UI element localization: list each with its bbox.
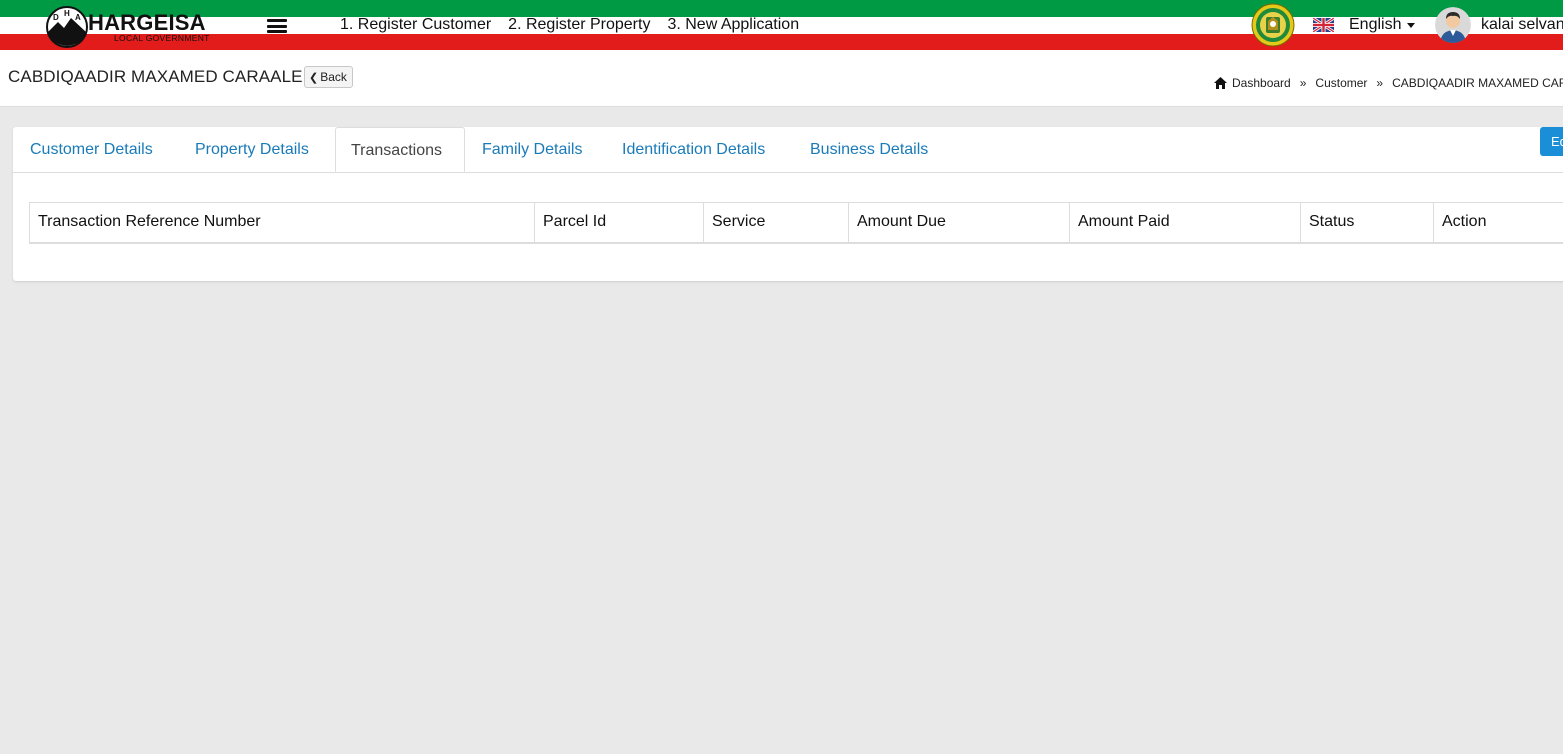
column-header-amount-paid[interactable]: Amount Paid — [1069, 202, 1301, 244]
breadcrumb-separator: » — [1376, 76, 1384, 90]
top-nav: 1. Register Customer 2. Register Propert… — [340, 15, 816, 35]
column-header-amount-due[interactable]: Amount Due — [848, 202, 1070, 244]
table-header-row: Transaction Reference Number Parcel Id S… — [29, 202, 1563, 244]
breadcrumb: Dashboard » Customer » CABDIQAADIR MAXAM… — [1214, 76, 1563, 90]
flag-stripe-red — [0, 34, 1563, 50]
nav-register-property[interactable]: 2. Register Property — [508, 15, 650, 35]
logo-letter: A — [75, 13, 81, 22]
user-avatar-icon[interactable] — [1435, 7, 1471, 43]
language-selector[interactable]: English — [1313, 15, 1416, 35]
nav-register-customer[interactable]: 1. Register Customer — [340, 15, 491, 35]
tab-business-details[interactable]: Business Details — [810, 127, 928, 172]
chevron-left-icon: ❮ — [309, 71, 319, 84]
breadcrumb-current: CABDIQAADIR MAXAMED CARAALE — [1392, 76, 1563, 90]
hargeisa-logo[interactable]: D H A HARGEISA LOCAL GOVERNMENT — [46, 6, 210, 48]
logo-emblem-icon: D H A — [46, 6, 88, 48]
column-header-status[interactable]: Status — [1300, 202, 1434, 244]
breadcrumb-customer[interactable]: Customer — [1315, 76, 1367, 90]
back-button-label: Back — [320, 70, 347, 84]
logo-letter: H — [64, 9, 70, 18]
page-title: CABDIQAADIR MAXAMED CARAALE — [8, 67, 303, 86]
back-button[interactable]: ❮ Back — [304, 66, 353, 88]
logo-title: HARGEISA — [88, 10, 206, 35]
tab-transactions[interactable]: Transactions — [335, 127, 465, 172]
breadcrumb-separator: » — [1299, 76, 1307, 90]
uk-flag-icon — [1313, 18, 1334, 32]
breadcrumb-dashboard[interactable]: Dashboard — [1232, 76, 1291, 90]
column-header-transaction-reference[interactable]: Transaction Reference Number — [29, 202, 535, 244]
user-name[interactable]: kalai selvan — [1481, 15, 1563, 35]
detail-tabs: Customer Details Property Details Transa… — [13, 127, 1563, 173]
customer-detail-card: Customer Details Property Details Transa… — [13, 127, 1563, 281]
logo-letter: D — [53, 13, 59, 22]
tab-identification-details[interactable]: Identification Details — [622, 127, 765, 172]
column-header-action[interactable]: Action — [1433, 202, 1563, 244]
government-emblem-icon — [1251, 3, 1295, 47]
nav-new-application[interactable]: 3. New Application — [667, 15, 799, 35]
tab-property-details[interactable]: Property Details — [195, 127, 309, 172]
edit-button[interactable]: Edit — [1540, 127, 1563, 156]
tab-family-details[interactable]: Family Details — [482, 127, 582, 172]
hamburger-menu-icon[interactable] — [267, 19, 287, 33]
column-header-parcel-id[interactable]: Parcel Id — [534, 202, 704, 244]
language-label: English — [1349, 16, 1402, 33]
caret-down-icon — [1407, 22, 1416, 28]
top-header: D H A HARGEISA LOCAL GOVERNMENT 1. Regis… — [0, 0, 1563, 50]
logo-subtitle: LOCAL GOVERNMENT — [114, 33, 210, 43]
transactions-table: Transaction Reference Number Parcel Id S… — [29, 202, 1563, 244]
column-header-service[interactable]: Service — [703, 202, 849, 244]
home-icon — [1214, 77, 1227, 89]
tab-customer-details[interactable]: Customer Details — [30, 127, 153, 172]
page-header: CABDIQAADIR MAXAMED CARAALE ❮ Back Dashb… — [0, 50, 1563, 107]
